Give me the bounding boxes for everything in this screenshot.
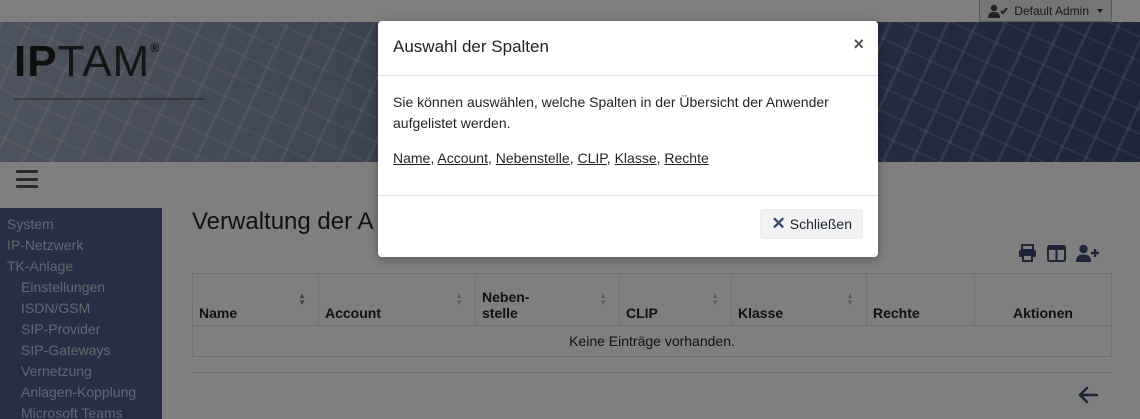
column-selection-dialog: Auswahl der Spalten × Sie können auswähl… [378, 21, 878, 257]
x-icon: ✕ [771, 214, 786, 233]
close-button-label: Schließen [789, 216, 852, 232]
column-link-account[interactable]: Account [437, 150, 488, 166]
column-link-clip[interactable]: CLIP [577, 150, 606, 166]
column-link-nebenstelle[interactable]: Nebenstelle [496, 150, 570, 166]
close-icon[interactable]: × [853, 35, 864, 53]
modal-footer: ✕ Schließen [378, 196, 878, 256]
column-link-rechte[interactable]: Rechte [664, 150, 708, 166]
column-link-name[interactable]: Name [393, 150, 430, 166]
modal-body: Sie können auswählen, welche Spalten in … [378, 76, 878, 196]
close-button[interactable]: ✕ Schließen [760, 209, 863, 239]
modal-header: Auswahl der Spalten × [378, 21, 878, 76]
modal-description: Sie können auswählen, welche Spalten in … [393, 94, 829, 131]
column-links: Name, Account, Nebenstelle, CLIP, Klasse… [393, 150, 709, 166]
column-link-klasse[interactable]: Klasse [615, 150, 657, 166]
modal-title: Auswahl der Spalten [393, 37, 549, 56]
